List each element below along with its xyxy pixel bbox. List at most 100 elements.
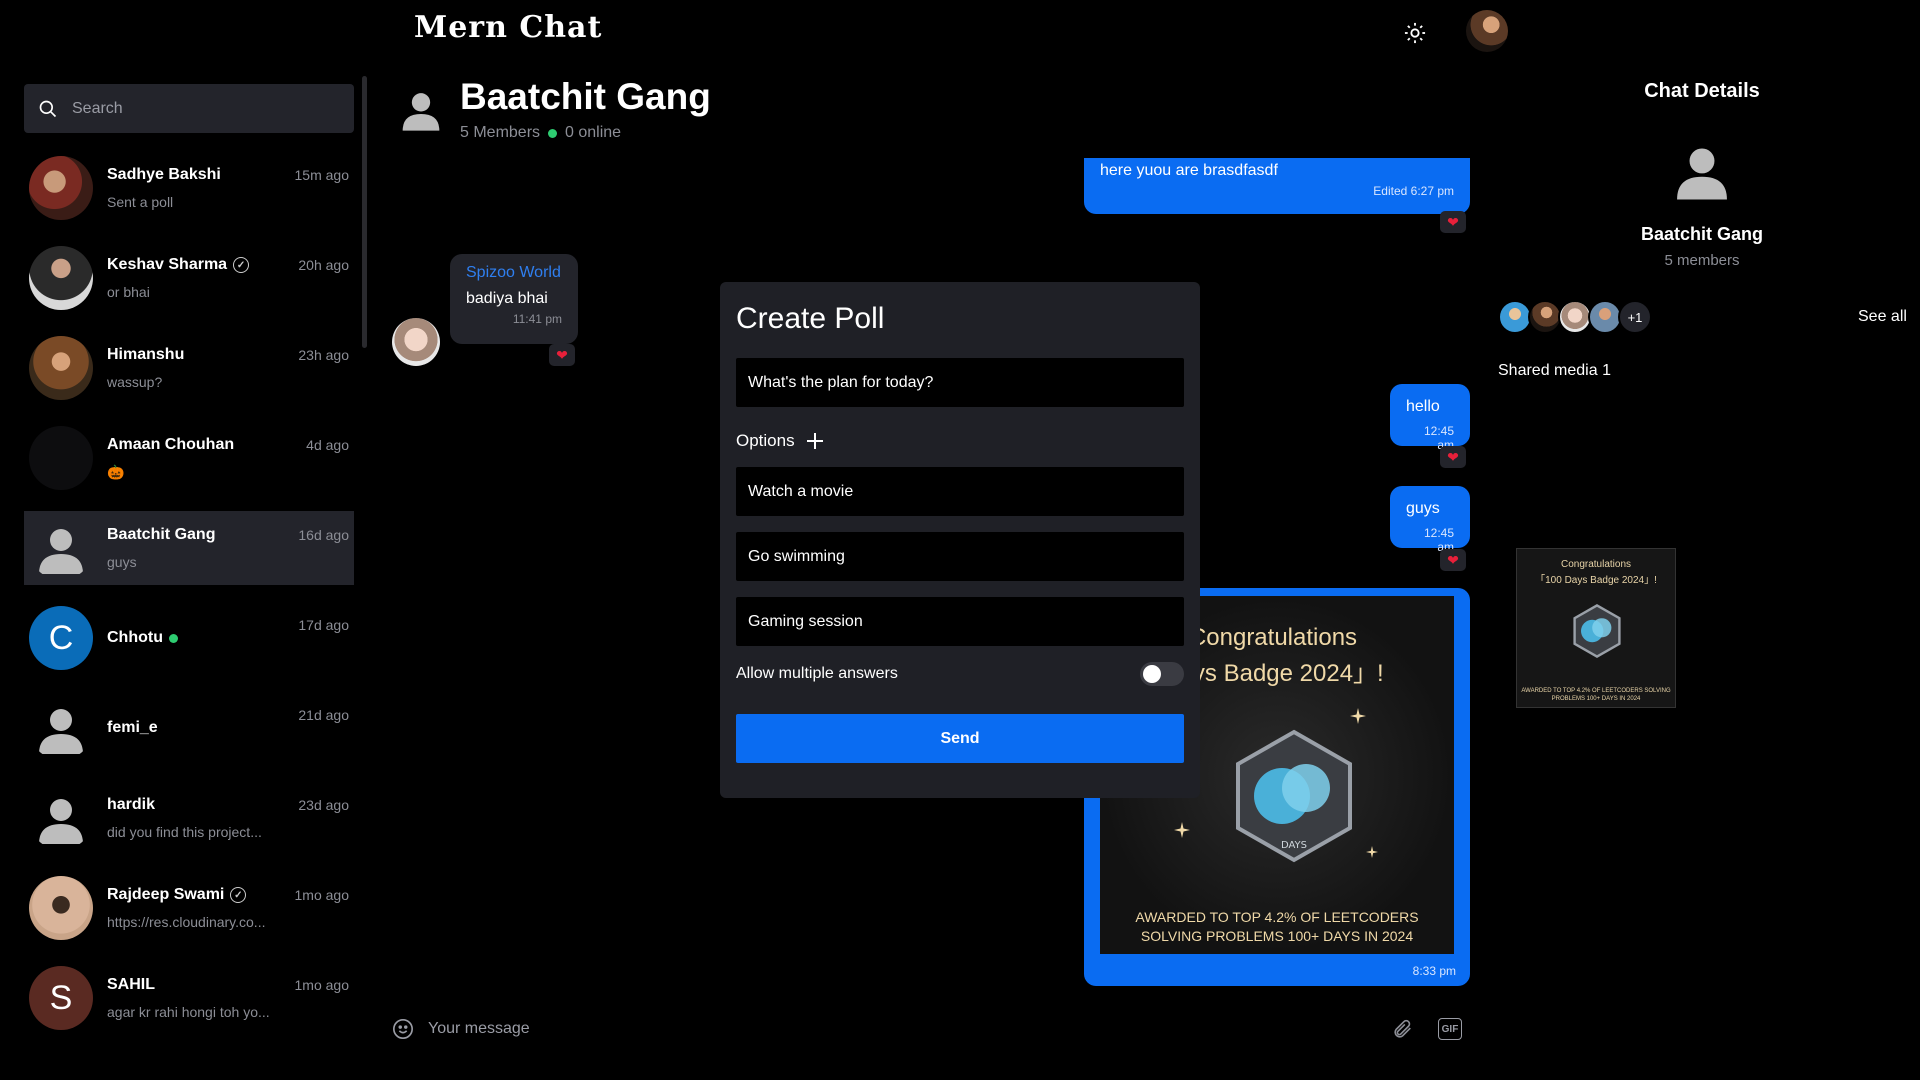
thumb-caption-line1: Congratulations [1560,559,1632,570]
message-text: here yuou are brasdfasdf [1100,162,1278,179]
sparkle-icon [1174,822,1190,838]
chat-time: 15m ago [294,167,349,183]
send-poll-button[interactable]: Send [736,714,1184,763]
avatar [29,516,93,580]
verified-icon: ✓ [233,257,250,273]
chat-time: 23h ago [298,347,349,363]
heart-reaction[interactable]: ❤ [549,344,575,366]
chat-item-sahil[interactable]: S SAHIL agar kr rahi hongi toh yo... 1mo … [24,953,354,1043]
sender-avatar [392,318,440,366]
svg-text:DAYS: DAYS [1281,840,1307,851]
member-avatar [1588,300,1622,334]
message-meta: 8:33 pm [1412,964,1456,978]
message-meta: 11:41 pm [512,312,562,326]
heart-reaction[interactable]: ❤ [1440,549,1466,571]
avatar [29,786,93,850]
poll-option-input[interactable] [736,597,1184,646]
avatar [29,426,93,490]
conversation-title[interactable]: Baatchit Gang [460,76,711,118]
see-all-link[interactable]: See all [1858,308,1907,326]
sun-icon [1404,22,1426,44]
chat-item-amaan[interactable]: Amaan Chouhan 🎃 4d ago [24,413,354,503]
chat-last-message: wassup? [107,374,163,390]
chat-item-keshav[interactable]: Keshav Sharma ✓ or bhai 20h ago [24,233,354,323]
shared-media-thumbnail[interactable]: Congratulations 「100 Days Badge 2024」! A… [1516,548,1676,708]
default-user-icon [39,709,83,754]
chat-time: 4d ago [306,437,349,453]
online-indicator [168,633,178,643]
chat-name-text: Chhotu [107,629,163,646]
chat-item-hardik[interactable]: hardik did you find this project... 23d a… [24,773,354,863]
user-avatar[interactable] [1466,10,1508,52]
chat-item-himanshu[interactable]: Himanshu wassup? 23h ago [24,323,354,413]
verified-icon: ✓ [230,887,247,903]
chat-item-sadhye[interactable]: Sadhye Bakshi Sent a poll 15m ago [24,143,354,233]
chat-last-message: https://res.cloudinary.co... [107,914,266,930]
message-text: badiya bhai [466,290,548,307]
avatar [29,876,93,940]
gif-button[interactable]: GIF [1438,1018,1462,1040]
chat-time: 16d ago [298,527,349,543]
member-count: 5 Members [460,124,541,141]
theme-toggle-button[interactable] [1400,18,1430,48]
member-avatars[interactable]: +1 [1498,300,1652,334]
chat-time: 23d ago [298,797,349,813]
search-input[interactable] [72,99,322,118]
options-header: Options [736,431,1184,451]
details-member-count: 5 members [1664,252,1740,269]
heart-reaction[interactable]: ❤ [1440,446,1466,468]
chat-item-rajdeep[interactable]: Rajdeep Swami ✓ https://res.cloudinary.co.… [24,863,354,953]
poll-option-input[interactable] [736,532,1184,581]
message-meta: Edited 6:27 pm [1373,184,1454,198]
chat-time: 20h ago [298,257,349,273]
poll-question-input[interactable] [736,358,1184,407]
emoji-icon[interactable] [392,1018,414,1040]
sidebar-scrollbar[interactable] [362,76,367,348]
online-indicator [548,128,558,138]
multiple-answers-toggle[interactable] [1140,662,1184,686]
message-bubble[interactable]: here yuou are brasdfasdf Edited 6:27 pm [1084,158,1470,214]
heart-reaction[interactable]: ❤ [1440,211,1466,233]
app-title: Mern Chat [414,10,603,45]
message-input[interactable] [428,1020,1228,1038]
conversation-status: 5 Members 0 online [460,124,621,142]
default-user-icon [1677,148,1727,200]
chat-last-message: Sent a poll [107,194,174,210]
default-user-icon [402,93,440,131]
chat-item-baatchit-gang[interactable]: Baatchit Gang guys 16d ago [24,511,354,585]
poll-title: Create Poll [736,302,885,335]
message-composer [392,1014,1472,1044]
thumb-caption-line2: 「100 Days Badge 2024」! [1535,575,1657,586]
avatar-letter: C [48,618,74,657]
chat-time: 1mo ago [294,977,349,993]
chat-time: 1mo ago [294,887,349,903]
poll-option-input[interactable] [736,467,1184,516]
options-label: Options [736,431,795,450]
chat-time: 17d ago [298,617,349,633]
search-bar [24,84,354,133]
chat-last-message: or bhai [107,284,150,300]
chat-last-message: guys [107,554,137,570]
attach-button[interactable] [1390,1014,1416,1044]
chat-item-chhotu[interactable]: C Chhotu 17d ago [24,593,354,683]
chat-item-femi[interactable]: femi_e 21d ago [24,683,354,773]
award-text-line1: AWARDED TO TOP 4.2% OF LEETCODERS [1135,909,1419,925]
member-avatar [1498,300,1532,334]
chat-last-message: 🎃 [107,463,125,480]
member-avatar [1528,300,1562,334]
multiple-answers-label: Allow multiple answers [736,665,898,682]
default-user-icon [39,529,83,574]
toggle-knob [1143,665,1161,683]
message-bubble[interactable]: guys 12:45 am [1390,486,1470,554]
message-bubble[interactable]: hello 12:45 am [1390,384,1470,452]
sender-name[interactable]: Spizoo World [466,264,562,282]
paperclip-icon [1394,1019,1411,1038]
award-text-line2: SOLVING PROBLEMS 100+ DAYS IN 2024 [1140,928,1414,944]
message-bubble[interactable]: Spizoo World badiya bhai 11:41 pm [450,254,578,344]
more-members-badge[interactable]: +1 [1618,300,1652,334]
add-option-icon[interactable] [805,431,825,451]
online-count: 0 online [565,124,622,141]
details-group-name: Baatchit Gang [1640,224,1764,244]
avatar: C [29,606,93,670]
search-icon [39,100,57,117]
